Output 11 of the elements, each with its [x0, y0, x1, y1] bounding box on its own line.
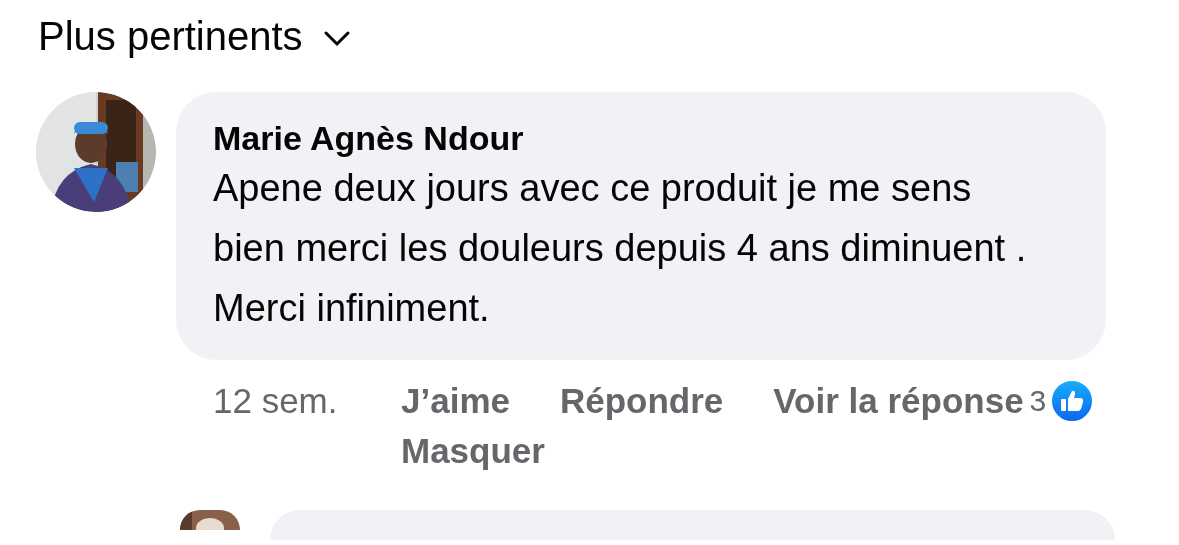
- sort-menu[interactable]: Plus pertinents: [36, 14, 351, 59]
- author-name: Marie Agnès Ndour: [213, 118, 525, 158]
- reaction-count: 3: [1029, 383, 1047, 419]
- comment-text: Apene deux jours avec ce produit je me sens bien merci les douleurs depuis 4 ans diminuent . Merci infiniment.: [213, 166, 1028, 331]
- action-link[interactable]: J’aime: [401, 376, 510, 426]
- action-link[interactable]: Voir la réponse: [773, 376, 1024, 426]
- like-icon: [1050, 379, 1095, 423]
- action-link[interactable]: Masquer: [401, 426, 545, 476]
- timestamp: 12 sem.: [213, 380, 339, 422]
- chevron-down-icon: [322, 29, 351, 48]
- action-link[interactable]: Répondre: [559, 376, 724, 426]
